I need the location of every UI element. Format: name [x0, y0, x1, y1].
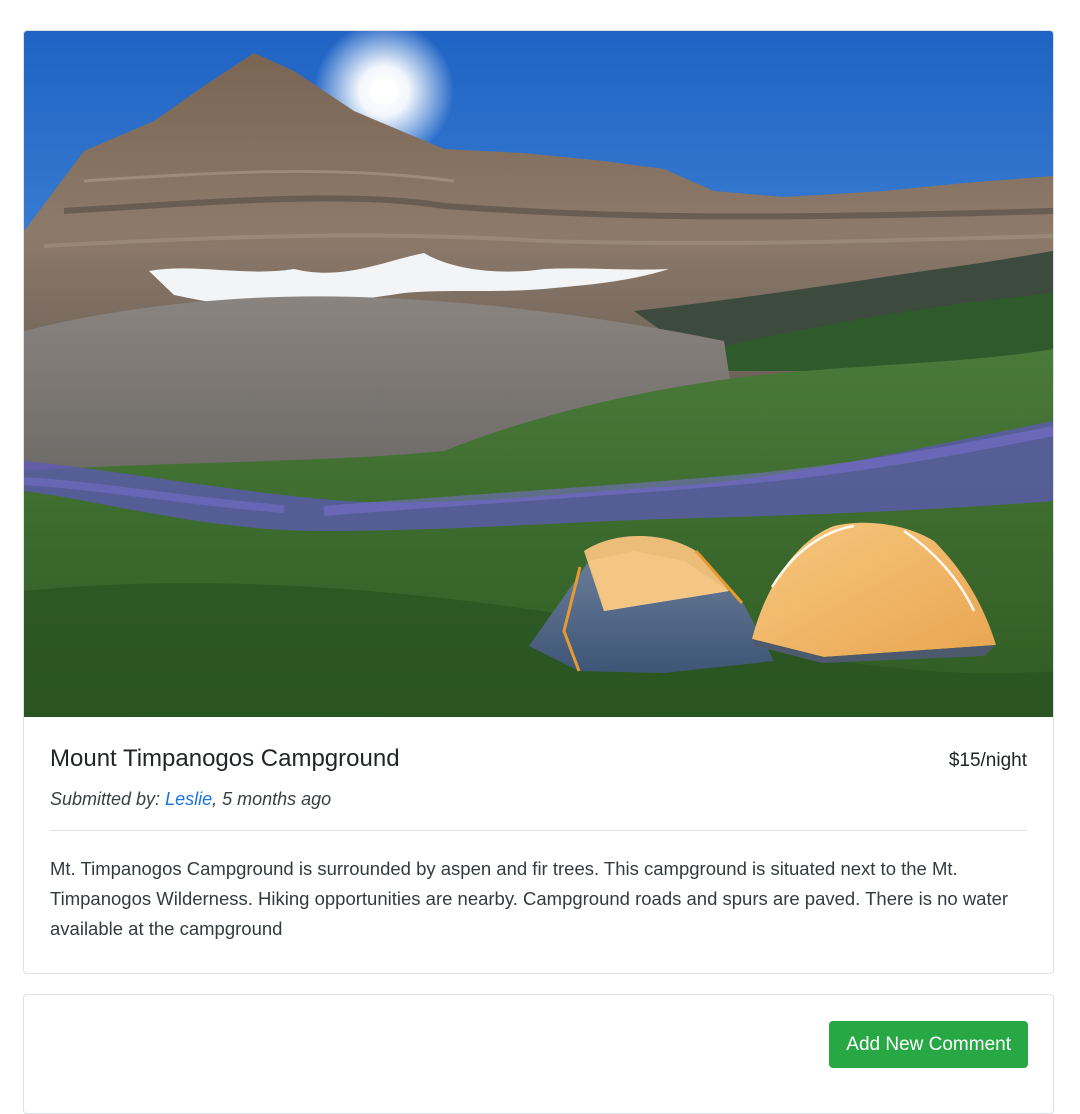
submitted-suffix: , 5 months ago: [212, 789, 332, 809]
submitted-by-line: Submitted by: Leslie, 5 months ago: [50, 789, 1027, 810]
title-row: Mount Timpanogos Campground $15/night: [50, 745, 1027, 777]
comments-card: Add New Comment: [23, 994, 1054, 1114]
campground-photo: [24, 31, 1053, 717]
campground-card: Mount Timpanogos Campground $15/night Su…: [23, 30, 1054, 974]
submitted-prefix: Submitted by:: [50, 789, 166, 809]
author-link[interactable]: Leslie: [165, 789, 212, 809]
campground-description: Mt. Timpanogos Campground is surrounded …: [50, 858, 1009, 939]
campground-photo-illustration: [24, 31, 1053, 717]
campground-details: Mount Timpanogos Campground $15/night Su…: [24, 717, 1053, 963]
add-comment-button[interactable]: Add New Comment: [829, 1021, 1028, 1068]
campground-title: Mount Timpanogos Campground: [50, 745, 400, 772]
campground-price: $15/night: [948, 750, 1027, 771]
divider: [50, 830, 1027, 831]
